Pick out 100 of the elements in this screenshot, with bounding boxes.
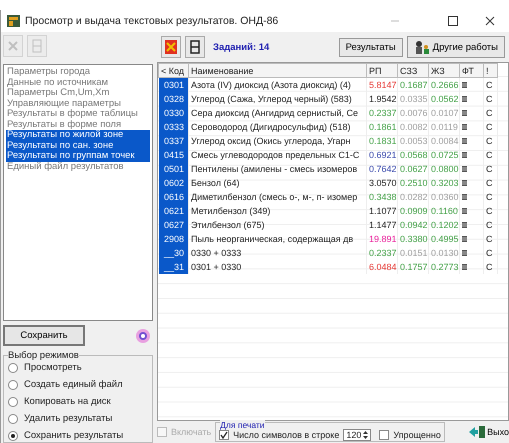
section-item[interactable]: Управляющие параметры (6, 98, 150, 110)
list-icon (462, 82, 467, 88)
list-icon (462, 250, 467, 256)
code-cell[interactable]: 0333 (158, 120, 188, 134)
flag-cell: С (484, 204, 498, 218)
results-button[interactable]: Результаты (338, 38, 403, 56)
section-item[interactable]: Единый файл результатов (6, 162, 150, 172)
exit-button[interactable]: Выхо (469, 426, 509, 438)
maximize-icon[interactable] (448, 16, 458, 26)
flag-cell: С (484, 92, 498, 106)
value-cell: 0.4995 (428, 232, 460, 246)
list-icon (462, 264, 467, 270)
close-icon[interactable] (485, 16, 495, 26)
code-cell[interactable]: 0301 (158, 78, 188, 92)
column-header[interactable]: ! (484, 64, 498, 78)
flag-cell: С (484, 134, 498, 148)
list-icon (462, 110, 467, 116)
column-header[interactable]: ФТ (460, 64, 484, 78)
simple-checkbox[interactable] (379, 430, 390, 440)
section-item[interactable]: Результаты по группам точек (6, 151, 150, 162)
list-icon (462, 138, 467, 144)
flag-cell: С (484, 120, 498, 134)
column-header[interactable]: ЖЗ (428, 64, 460, 78)
column-header[interactable]: Наименование (188, 64, 366, 78)
value-cell: 0.3203 (428, 176, 460, 190)
value-cell: 0.0568 (398, 148, 428, 162)
mark-button[interactable] (161, 36, 181, 58)
mode-radio[interactable]: Копировать на диск (8, 395, 148, 408)
name-cell: 0301 + 0330 (188, 260, 366, 274)
code-cell[interactable]: 0415 (158, 148, 188, 162)
mode-radio[interactable]: Удалить результаты (8, 412, 148, 425)
value-cell: 0.2773 (428, 260, 460, 274)
code-cell[interactable]: 0621 (158, 204, 188, 218)
code-cell[interactable]: 0330 (158, 106, 188, 120)
value-cell: 0.1831 (366, 134, 398, 148)
value-cell: 0.1861 (366, 120, 398, 134)
cross-icon (165, 40, 177, 54)
value-cell: 0.2666 (428, 78, 460, 92)
section-item[interactable]: Параметры города (6, 67, 150, 78)
section-item[interactable]: Результаты в форме таблицы (6, 109, 150, 120)
grid-button[interactable] (185, 36, 205, 58)
section-item[interactable]: Параметры Cm,Um,Xm (6, 88, 150, 99)
flag-cell: С (484, 176, 498, 190)
section-item[interactable]: Результаты по сан. зоне (6, 140, 150, 152)
value-cell: 0.0119 (428, 120, 460, 134)
chars-label: Число символов в строке (233, 430, 340, 440)
value-cell: 0.0282 (398, 190, 428, 204)
mode-radio[interactable]: Просмотреть (8, 361, 148, 374)
chars-checkbox[interactable] (219, 430, 230, 440)
column-header[interactable]: < Код (158, 64, 188, 78)
mode-radio[interactable]: Создать единый файл (8, 378, 148, 391)
column-header[interactable]: РП (366, 64, 398, 78)
value-cell: 0.0725 (428, 148, 460, 162)
value-cell: 0.2510 (398, 176, 428, 190)
value-cell: 0.1202 (428, 218, 460, 232)
value-cell: 19.891 (366, 232, 398, 246)
value-cell: 3.0570 (366, 176, 398, 190)
name-cell: Сера диоксид (Ангидрид сернистый, Се (188, 106, 366, 120)
section-item[interactable]: Данные по источникам (6, 78, 150, 88)
value-cell: 1.1077 (366, 204, 398, 218)
value-cell: 0.0130 (428, 246, 460, 260)
mode-radio[interactable]: Сохранить результаты (8, 429, 148, 442)
save-button[interactable]: Сохранить (3, 325, 85, 346)
value-cell: 0.0562 (428, 92, 460, 106)
value-cell: 0.0942 (398, 218, 428, 232)
section-item[interactable]: Результаты в форме поля (6, 120, 150, 130)
value-cell: 0.0335 (398, 92, 428, 106)
include-label: Включать (171, 427, 212, 437)
value-cell: 0.0800 (428, 162, 460, 176)
code-cell[interactable]: 0328 (158, 92, 188, 106)
code-cell[interactable]: 0501 (158, 162, 188, 176)
chars-spinner[interactable]: 120 (343, 429, 372, 441)
section-item[interactable]: Результаты по жилой зоне (6, 130, 150, 141)
name-cell: Бензол (64) (188, 176, 366, 190)
name-cell: Пентилены (амилены - смесь изомеров (188, 162, 366, 176)
simple-label: Упрощенно (393, 430, 441, 440)
name-cell: Углерод оксид (Окись углерода, Угарн (188, 134, 366, 148)
column-header[interactable]: СЗЗ (398, 64, 428, 78)
flag-cell: С (484, 162, 498, 176)
code-cell[interactable]: __31 (158, 260, 188, 274)
flag-cell: С (484, 232, 498, 246)
split-icon (32, 39, 42, 54)
code-cell[interactable]: 0627 (158, 218, 188, 232)
code-cell[interactable]: 0602 (158, 176, 188, 190)
value-cell: 0.3380 (398, 232, 428, 246)
flower-icon (135, 328, 151, 344)
tasks-count: Заданий: 14 (213, 42, 270, 52)
value-cell: 0.2337 (366, 106, 398, 120)
code-cell[interactable]: 2908 (158, 232, 188, 246)
value-cell: 0.0082 (398, 120, 428, 134)
code-cell[interactable]: __30 (158, 246, 188, 260)
name-cell: Углерод (Сажа, Углерод черный) (583) (188, 92, 366, 106)
cross-icon (7, 39, 19, 54)
flag-cell: С (484, 246, 498, 260)
list-icon (462, 208, 467, 214)
other-work-button[interactable]: Другие работы (406, 36, 505, 58)
value-cell: 0.0053 (398, 134, 428, 148)
list-icon (462, 124, 467, 130)
code-cell[interactable]: 0616 (158, 190, 188, 204)
code-cell[interactable]: 0337 (158, 134, 188, 148)
